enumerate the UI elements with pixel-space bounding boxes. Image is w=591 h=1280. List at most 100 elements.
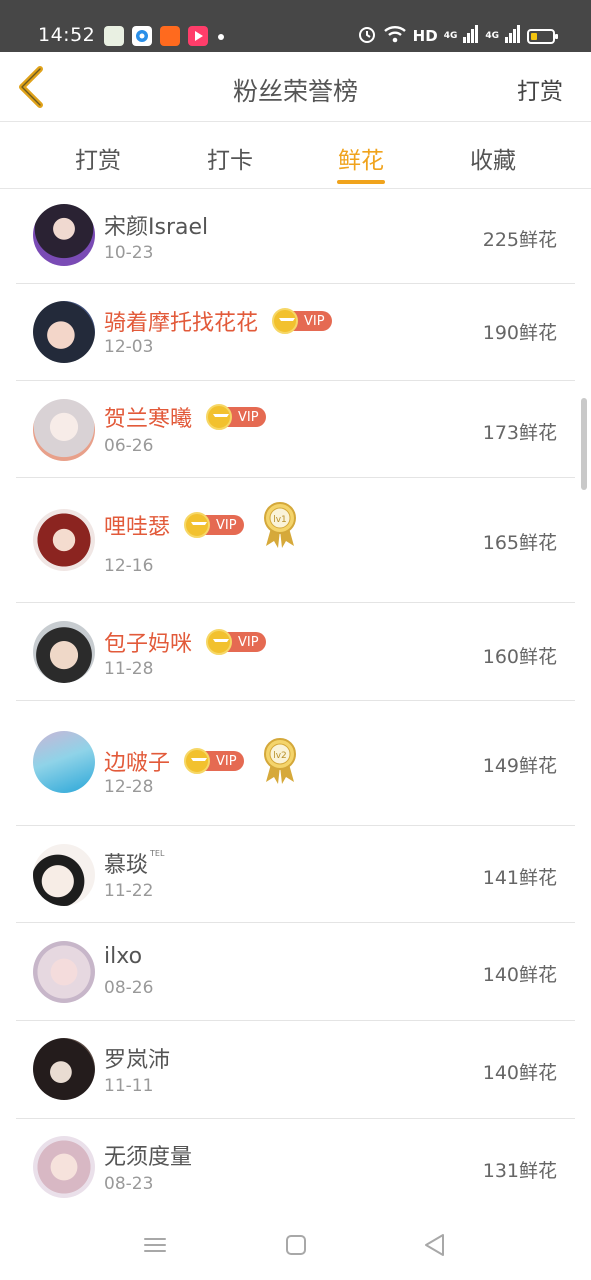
- fan-name: 罗岚沛: [104, 1048, 171, 1073]
- crown-icon: [206, 404, 233, 430]
- app-notification-icon: [104, 26, 124, 46]
- status-bar: 14:52 HD 4G 4G: [0, 0, 591, 52]
- battery-icon: [527, 28, 558, 44]
- flower-count: 141鲜花: [482, 867, 557, 889]
- avatar[interactable]: [33, 1038, 95, 1100]
- flower-count: 173鲜花: [482, 422, 557, 444]
- fan-name: 宋颜Israel: [104, 215, 209, 240]
- fan-date: 11-11: [104, 1076, 154, 1096]
- flower-count: 131鲜花: [482, 1160, 557, 1182]
- vip-label: VIP: [216, 753, 237, 769]
- fan-date: 10-23: [104, 243, 154, 263]
- fan-name: 边啵子: [104, 751, 171, 776]
- vip-badge: VIP: [206, 404, 266, 430]
- signal-icon: [505, 25, 521, 47]
- list-item[interactable]: 宋颜Israel 10-23 225鲜花: [16, 189, 575, 284]
- list-item[interactable]: 骑着摩托找花花 VIP 12-03 190鲜花: [16, 284, 575, 381]
- fan-date: 11-22: [104, 881, 154, 901]
- list-item[interactable]: 罗岚沛 11-11 140鲜花: [16, 1021, 575, 1119]
- avatar[interactable]: [33, 844, 95, 906]
- medal-lv1-icon: lv1: [262, 500, 298, 550]
- home-icon[interactable]: [281, 1230, 311, 1260]
- fan-name: 无须度量: [104, 1145, 193, 1170]
- avatar[interactable]: [33, 301, 95, 363]
- list-item[interactable]: 贺兰寒曦 VIP 06-26 173鲜花: [16, 381, 575, 478]
- medal-text: lv1: [273, 515, 287, 525]
- vip-badge: VIP: [206, 629, 266, 655]
- fan-date: 12-03: [104, 337, 154, 357]
- vip-badge: VIP: [184, 748, 244, 774]
- fan-name: 骑着摩托找花花: [104, 311, 259, 336]
- crown-icon: [184, 512, 211, 538]
- vip-label: VIP: [238, 634, 259, 650]
- avatar[interactable]: [33, 731, 95, 793]
- vip-label: VIP: [304, 313, 325, 329]
- flower-count: 225鲜花: [482, 229, 557, 251]
- avatar[interactable]: [33, 509, 95, 571]
- medal-lv2-icon: lv2: [262, 736, 298, 786]
- status-icons: HD 4G 4G: [357, 24, 558, 48]
- page-title: 粉丝荣誉榜: [232, 77, 358, 106]
- vip-badge: VIP: [184, 512, 244, 538]
- list-item[interactable]: 边啵子 VIP lv2 12-28 149鲜花: [16, 701, 575, 826]
- browser-icon: [132, 26, 152, 46]
- fan-date: 11-28: [104, 659, 154, 679]
- back-icon[interactable]: [420, 1230, 450, 1260]
- fan-ranking-list: 宋颜Israel 10-23 225鲜花 骑着摩托找花花 VIP 12-03 1…: [16, 189, 575, 1217]
- signal-label-2: 4G: [485, 31, 499, 41]
- crown-icon: [184, 748, 211, 774]
- top-bar: 粉丝荣誉榜 打赏: [0, 52, 591, 122]
- wifi-icon: [383, 24, 407, 48]
- vip-label: VIP: [238, 409, 259, 425]
- fan-name: 哩哇瑟: [104, 515, 171, 540]
- tab-bar: 打赏 打卡 鲜花 收藏: [0, 123, 591, 189]
- list-item[interactable]: ilxo 08-26 140鲜花: [16, 923, 575, 1021]
- avatar[interactable]: [33, 399, 95, 461]
- flower-count: 140鲜花: [482, 1062, 557, 1084]
- fan-date: 08-26: [104, 978, 154, 998]
- list-item[interactable]: 无须度量 08-23 131鲜花: [16, 1119, 575, 1217]
- signal-label-1: 4G: [443, 31, 458, 41]
- flower-count: 165鲜花: [482, 532, 557, 554]
- vip-label: VIP: [216, 517, 237, 533]
- avatar[interactable]: [33, 1136, 95, 1198]
- network-type: HD: [412, 27, 438, 45]
- flower-count: 190鲜花: [482, 322, 557, 344]
- tel-tag: TEL: [150, 848, 165, 858]
- tab-flowers[interactable]: 鲜花: [311, 141, 411, 175]
- fan-date: 12-16: [104, 556, 154, 576]
- scrollbar[interactable]: [581, 398, 587, 490]
- avatar[interactable]: [33, 204, 95, 266]
- active-tab-indicator: [337, 180, 385, 184]
- fan-name: 慕琰: [104, 853, 149, 878]
- avatar[interactable]: [33, 621, 95, 683]
- medal-text: lv2: [273, 751, 287, 761]
- flower-count: 140鲜花: [482, 964, 557, 986]
- avatar[interactable]: [33, 941, 95, 1003]
- fan-date: 06-26: [104, 436, 154, 456]
- video-app-icon: [188, 26, 208, 46]
- system-nav-bar: [0, 1210, 591, 1280]
- menu-icon[interactable]: [140, 1230, 170, 1260]
- fan-date: 12-28: [104, 777, 154, 797]
- fan-name: ilxo: [104, 944, 143, 969]
- alarm-icon: [357, 24, 377, 48]
- signal-icon: [463, 25, 479, 47]
- tab-reward[interactable]: 打赏: [48, 141, 148, 175]
- fan-date: 08-23: [104, 1174, 154, 1194]
- flower-count: 149鲜花: [482, 755, 557, 777]
- list-item[interactable]: 包子妈咪 VIP 11-28 160鲜花: [16, 603, 575, 701]
- crown-icon: [206, 629, 233, 655]
- flower-count: 160鲜花: [482, 646, 557, 668]
- notification-dot: [218, 34, 224, 40]
- crown-icon: [272, 308, 299, 334]
- list-item[interactable]: 慕琰 TEL 11-22 141鲜花: [16, 826, 575, 923]
- status-time: 14:52: [38, 24, 96, 46]
- reward-button[interactable]: 打赏: [517, 72, 563, 106]
- fan-name: 包子妈咪: [104, 632, 193, 657]
- fan-name: 贺兰寒曦: [104, 407, 193, 432]
- list-item[interactable]: 哩哇瑟 VIP lv1 12-16 165鲜花: [16, 478, 575, 603]
- tab-checkin[interactable]: 打卡: [180, 141, 280, 175]
- app-icon: [160, 26, 180, 46]
- tab-favorites[interactable]: 收藏: [443, 141, 543, 175]
